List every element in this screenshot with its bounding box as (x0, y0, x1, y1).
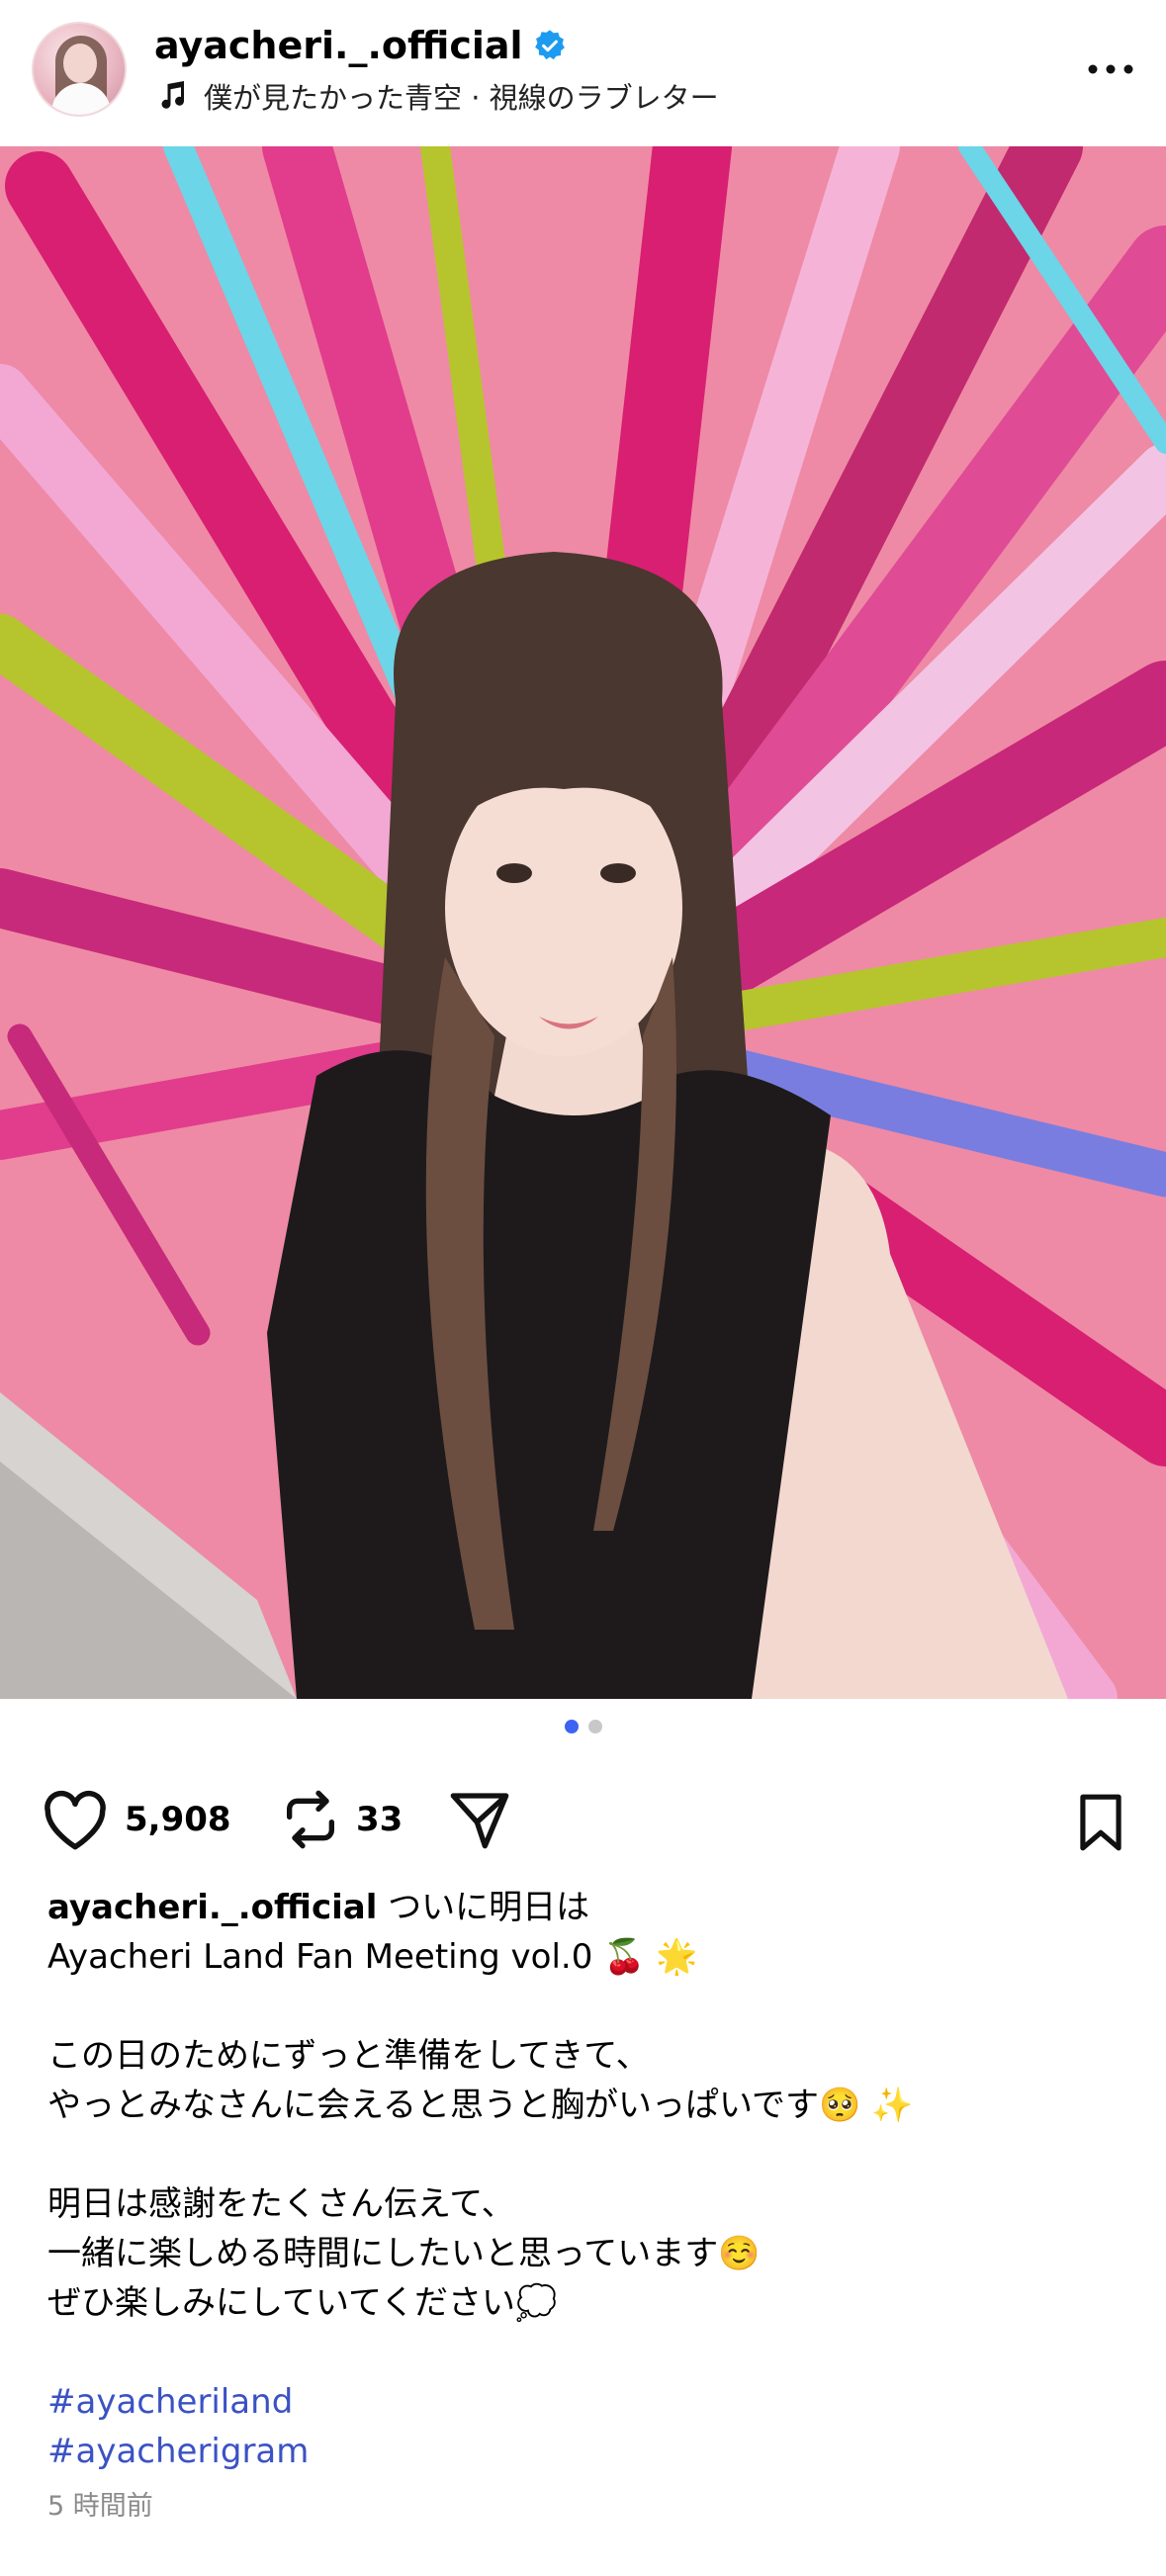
caption-line-4: やっとみなさんに会えると思うと胸がいっぱいです🥺 ✨ (47, 2086, 914, 2125)
bookmark-icon[interactable] (1073, 1792, 1128, 1853)
caption-line-1: ついに明日は (388, 1888, 590, 1927)
caption-line-7: ぜひ楽しみにしていてください💭 (47, 2283, 558, 2323)
caption-line-3: この日のためにずっと準備をしてきて、 (47, 2036, 650, 2076)
music-row[interactable]: 僕が見たかった青空 · 視線のラブレター (154, 75, 719, 117)
carousel-dot-1[interactable] (564, 1720, 579, 1733)
hashtag-ayacheriland[interactable]: #ayacheriland (47, 2377, 1119, 2427)
heart-icon[interactable] (40, 1788, 111, 1851)
like-action[interactable]: 5,908 (40, 1788, 231, 1851)
post-photo-illustration (0, 146, 1166, 1699)
carousel-dot-2[interactable] (587, 1720, 602, 1733)
action-bar: 5,908 33 (0, 1754, 1166, 1883)
post-caption: ayacheri._.official ついに明日は Ayacheri Land… (0, 1883, 1166, 2532)
caption-line-2: Ayacheri Land Fan Meeting vol.0 🍒 🌟 (47, 1937, 698, 1977)
like-count: 5,908 (125, 1800, 231, 1839)
hashtag-ayacherigram[interactable]: #ayacherigram (47, 2427, 1119, 2476)
username[interactable]: ayacheri._.official (154, 24, 523, 67)
caption-line-6: 一緒に楽しめる時間にしたいと思っています☺️ (47, 2234, 761, 2273)
music-note-icon (161, 81, 185, 109)
caption-line-5: 明日は感謝をたくさん伝えて、 (47, 2184, 515, 2224)
share-action[interactable] (445, 1788, 514, 1851)
repost-action[interactable]: 33 (279, 1788, 403, 1851)
repost-count: 33 (356, 1800, 404, 1839)
more-options-icon[interactable] (1085, 49, 1136, 89)
post-image[interactable] (0, 146, 1166, 1699)
caption-username[interactable]: ayacheri._.official (47, 1888, 377, 1927)
profile-avatar[interactable] (32, 22, 127, 117)
post-timestamp: 5 時間前 (47, 2491, 153, 2522)
username-row: ayacheri._.official (154, 24, 567, 67)
repost-icon[interactable] (279, 1788, 342, 1851)
post-header: ayacheri._.official 僕が見たかった青空 · 視線のラブレター (0, 0, 1166, 146)
verified-badge-icon (534, 30, 565, 60)
carousel-indicator (0, 1699, 1166, 1754)
send-icon[interactable] (445, 1788, 514, 1851)
music-title: 僕が見たかった青空 · 視線のラブレター (204, 81, 719, 115)
